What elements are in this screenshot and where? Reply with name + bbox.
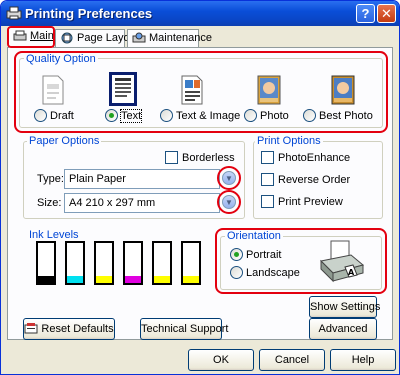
checkbox-borderless-label: Borderless [182,151,235,164]
radio-text-indicator[interactable] [105,109,118,122]
radio-landscape-indicator[interactable] [230,266,243,279]
radio-best-photo-label: Best Photo [319,109,373,122]
radio-photo[interactable]: Photo [244,109,289,122]
checkbox-print-preview-label: Print Preview [278,195,343,208]
ink-level-fill [67,276,83,283]
tab-maintenance[interactable]: Maintenance [127,29,212,47]
reset-defaults-label: Reset Defaults [41,323,114,335]
radio-best-photo[interactable]: Best Photo [303,109,373,122]
radio-landscape[interactable]: Landscape [230,266,300,279]
paper-type-dropdown-highlight[interactable]: ▼ [217,166,241,190]
ink-level-fill [154,276,170,283]
advanced-button[interactable]: Advanced [309,318,377,340]
ink-level-fill [183,276,199,283]
ink-cartridge-yellow-3 [181,241,201,285]
radio-portrait-label: Portrait [246,248,282,261]
radio-text[interactable]: Text [105,108,143,123]
title-bar[interactable]: Printing Preferences ? ✕ [1,1,399,26]
radio-portrait[interactable]: Portrait [230,248,281,261]
ink-level-fill [125,276,141,283]
radio-draft[interactable]: Draft [34,109,74,122]
checkbox-reverse-order-box[interactable] [261,173,274,186]
best-photo-page-icon [331,75,355,105]
checkbox-borderless[interactable]: Borderless [165,151,235,164]
printing-preferences-window: Printing Preferences ? ✕ Main Page Layou… [0,0,400,375]
technical-support-button[interactable]: Technical Support [140,318,228,340]
radio-draft-label: Draft [50,109,74,122]
ok-button[interactable]: OK [188,349,254,371]
svg-text:A: A [348,268,355,277]
draft-page-icon [42,75,64,105]
radio-photo-label: Photo [260,109,289,122]
maintenance-icon [132,32,146,43]
radio-text-image-indicator[interactable] [160,109,173,122]
radio-text-label: Text [119,108,143,123]
ink-level-fill [96,276,112,283]
checkbox-reverse-order[interactable]: Reverse Order [261,173,350,186]
checkbox-photoenhance-label: PhotoEnhance [278,151,351,164]
checkbox-borderless-box[interactable] [165,151,178,164]
checkbox-reverse-order-label: Reverse Order [278,173,351,186]
reset-defaults-button[interactable]: Reset Defaults [23,318,115,340]
ink-cartridge-magenta [123,241,143,285]
paper-type-select[interactable]: Plain Paper [64,169,220,189]
cancel-button[interactable]: Cancel [259,349,325,371]
size-label: Size: [37,197,62,209]
ink-cartridge-black [36,241,56,285]
reset-icon [24,323,38,334]
chevron-down-icon[interactable]: ▼ [222,195,236,209]
checkbox-photoenhance-box[interactable] [261,151,274,164]
tab-maintenance-label: Maintenance [149,32,212,44]
tab-page-layout[interactable]: Page Layout [55,29,139,47]
text-page-icon [109,72,137,106]
window-title: Printing Preferences [25,6,153,21]
photo-page-icon [257,75,281,105]
ink-levels-label: Ink Levels [27,229,81,241]
radio-landscape-label: Landscape [246,266,300,279]
radio-text-image-label: Text & Image [176,109,241,122]
paper-size-select[interactable]: A4 210 x 297 mm [64,193,220,213]
checkbox-print-preview-box[interactable] [261,195,274,208]
radio-text-image[interactable]: Text & Image [160,109,240,122]
printer-icon [6,6,22,20]
show-settings-button[interactable]: Show Settings [309,296,380,318]
layout-icon [61,32,73,44]
print-options-label: Print Options [255,135,323,147]
radio-photo-indicator[interactable] [244,109,257,122]
type-label: Type: [37,173,64,185]
radio-portrait-indicator[interactable] [230,248,243,261]
paper-options-label: Paper Options [27,135,102,147]
chevron-down-icon[interactable]: ▼ [222,171,236,185]
radio-draft-indicator[interactable] [34,109,47,122]
main-tab-highlight [7,26,55,48]
paper-size-dropdown-highlight[interactable]: ▼ [217,190,241,214]
ink-cartridge-yellow-2 [152,241,172,285]
text-image-page-icon [181,75,203,105]
ink-cartridge-yellow [94,241,114,285]
close-button[interactable]: ✕ [377,4,396,23]
checkbox-print-preview[interactable]: Print Preview [261,195,343,208]
ink-level-fill [38,276,54,283]
help-titlebar-button[interactable]: ? [356,4,375,23]
checkbox-photoenhance[interactable]: PhotoEnhance [261,151,350,164]
help-button[interactable]: Help [330,349,396,371]
ink-cartridge-cyan [65,241,85,285]
radio-best-photo-indicator[interactable] [303,109,316,122]
printer-orientation-icon: A [319,240,365,283]
